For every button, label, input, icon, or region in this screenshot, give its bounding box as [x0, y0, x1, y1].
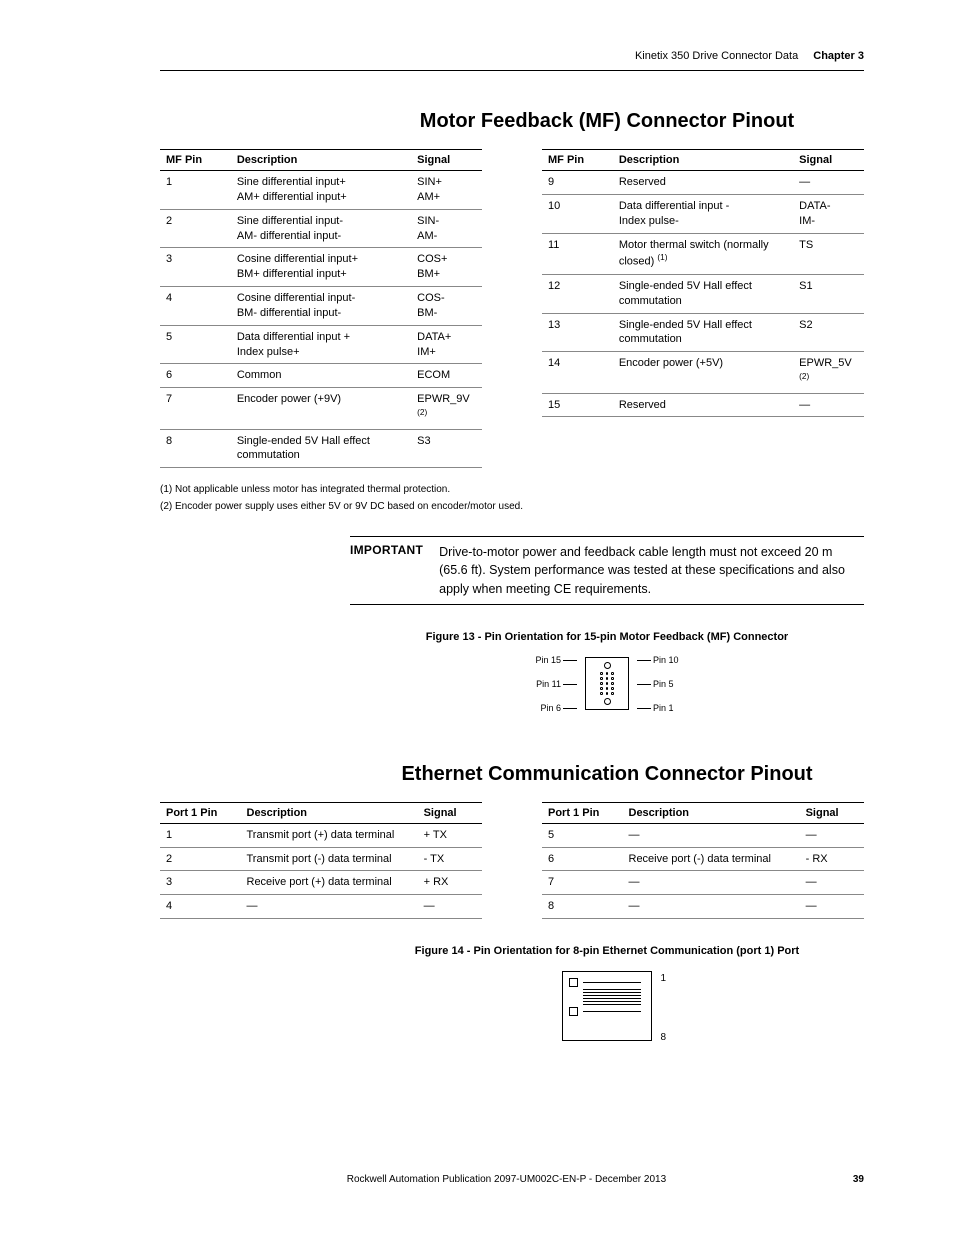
pin10-label: Pin 10: [635, 655, 679, 665]
pin15-label: Pin 15: [535, 655, 579, 665]
page-number: 39: [853, 1174, 864, 1185]
eth-pinout-tables: Port 1 Pin Description Signal 1Transmit …: [160, 802, 864, 919]
eth-table-left: Port 1 Pin Description Signal 1Transmit …: [160, 802, 482, 919]
mf-footnotes: (1) Not applicable unless motor has inte…: [160, 482, 864, 514]
col-sig: Signal: [793, 150, 864, 171]
figure13-diagram: Pin 15 Pin 11 Pin 6 Pin 10 Pin 5 Pin 1: [350, 651, 864, 713]
table-row: 4Cosine differential input-BM- different…: [160, 287, 482, 326]
table-row: 11Motor thermal switch (normally closed)…: [542, 233, 864, 274]
pin5-label: Pin 5: [635, 679, 674, 689]
col-desc: Description: [241, 802, 418, 823]
eth-table-right: Port 1 Pin Description Signal 5——6Receiv…: [542, 802, 864, 919]
figure14-diagram: 1 8: [350, 965, 864, 1041]
section-eth-title: Ethernet Communication Connector Pinout: [350, 763, 864, 786]
table-row: 1Transmit port (+) data terminal+ TX: [160, 823, 482, 847]
mf-table-right: MF Pin Description Signal 9Reserved—10Da…: [542, 149, 864, 417]
table-row: 5——: [542, 823, 864, 847]
table-row: 7——: [542, 871, 864, 895]
pin1-label: Pin 1: [635, 703, 674, 713]
table-row: 8——: [542, 895, 864, 919]
col-desc: Description: [231, 150, 411, 171]
publication-id: Rockwell Automation Publication 2097-UM0…: [347, 1174, 666, 1185]
col-sig: Signal: [418, 802, 482, 823]
connector-body: [585, 657, 629, 710]
col-sig: Signal: [411, 150, 482, 171]
table-row: 1Sine differential input+AM+ differentia…: [160, 171, 482, 210]
mf-table-left: MF Pin Description Signal 1Sine differen…: [160, 149, 482, 468]
table-row: 6CommonECOM: [160, 364, 482, 388]
col-desc: Description: [613, 150, 793, 171]
header-chapter: Chapter 3: [813, 50, 864, 62]
col-pin: MF Pin: [160, 150, 231, 171]
running-header: Kinetix 350 Drive Connector Data Chapter…: [635, 50, 864, 62]
table-row: 4——: [160, 895, 482, 919]
figure13-caption: Figure 13 - Pin Orientation for 15-pin M…: [350, 631, 864, 643]
table-row: 5Data differential input +Index pulse+DA…: [160, 325, 482, 364]
important-callout: IMPORTANT Drive-to-motor power and feedb…: [350, 536, 864, 604]
table-row: 2Transmit port (-) data terminal- TX: [160, 847, 482, 871]
pin11-label: Pin 11: [536, 679, 579, 689]
table-row: 2Sine differential input-AM- differentia…: [160, 209, 482, 248]
section-mf-title: Motor Feedback (MF) Connector Pinout: [350, 110, 864, 133]
col-pin: MF Pin: [542, 150, 613, 171]
mf-pinout-tables: MF Pin Description Signal 1Sine differen…: [160, 149, 864, 468]
col-sig: Signal: [800, 802, 864, 823]
table-row: 10Data differential input -Index pulse-D…: [542, 194, 864, 233]
table-row: 12Single-ended 5V Hall effect commutatio…: [542, 274, 864, 313]
rj45-body: [562, 971, 652, 1041]
rj45-pin8: 8: [660, 1032, 666, 1043]
col-desc: Description: [623, 802, 800, 823]
footnote-1: (1) Not applicable unless motor has inte…: [160, 482, 864, 497]
header-rule: [160, 70, 864, 71]
table-row: 7Encoder power (+9V)EPWR_9V (2): [160, 388, 482, 429]
table-row: 3Cosine differential input+BM+ different…: [160, 248, 482, 287]
table-row: 9Reserved—: [542, 171, 864, 195]
important-label: IMPORTANT: [350, 537, 439, 603]
table-row: 14Encoder power (+5V)EPWR_5V (2): [542, 352, 864, 393]
table-row: 3Receive port (+) data terminal+ RX: [160, 871, 482, 895]
page-footer: Rockwell Automation Publication 2097-UM0…: [160, 1174, 864, 1185]
table-row: 6Receive port (-) data terminal- RX: [542, 847, 864, 871]
header-title: Kinetix 350 Drive Connector Data: [635, 50, 798, 62]
col-pin: Port 1 Pin: [542, 802, 623, 823]
rj45-pin1: 1: [660, 973, 666, 984]
figure14-caption: Figure 14 - Pin Orientation for 8-pin Et…: [350, 945, 864, 957]
table-row: 13Single-ended 5V Hall effect commutatio…: [542, 313, 864, 352]
table-row: 8Single-ended 5V Hall effect commutation…: [160, 429, 482, 468]
important-text: Drive-to-motor power and feedback cable …: [439, 537, 864, 603]
col-pin: Port 1 Pin: [160, 802, 241, 823]
table-row: 15Reserved—: [542, 393, 864, 417]
footnote-2: (2) Encoder power supply uses either 5V …: [160, 499, 864, 514]
pin6-label: Pin 6: [540, 703, 579, 713]
